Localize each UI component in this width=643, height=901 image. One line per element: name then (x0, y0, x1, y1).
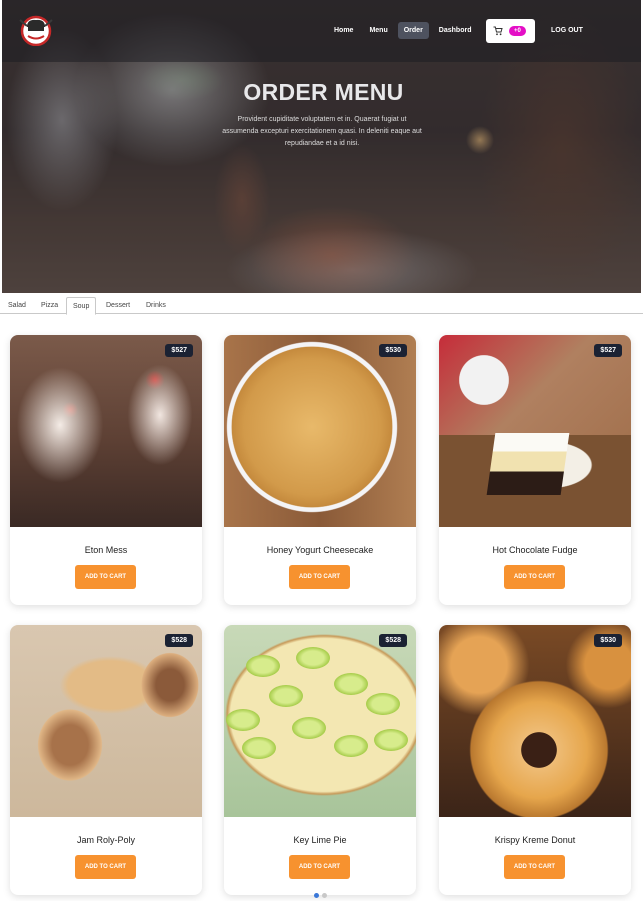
page-title: ORDER MENU (243, 79, 404, 105)
product-card: $530 Krispy Kreme Donut ADD TO CART (439, 625, 631, 895)
product-name: Honey Yogurt Cheesecake (266, 545, 374, 555)
product-name: Eton Mess (84, 545, 128, 555)
cart-icon (493, 26, 503, 36)
cart-count-badge: +0 (509, 26, 526, 36)
tab-pizza[interactable]: Pizza (35, 297, 64, 315)
lime-slice (334, 735, 368, 757)
page-dot[interactable] (322, 893, 327, 898)
nav-order[interactable]: Order (397, 22, 429, 39)
product-image (224, 335, 416, 527)
chef-logo-icon[interactable] (18, 14, 54, 46)
page-dot[interactable] (314, 893, 319, 898)
lime-slice (374, 729, 408, 751)
product-card: $528 Jam Roly-Poly ADD TO CART (10, 625, 202, 895)
hero-subtitle: Provident cupiditate voluptatem et in. Q… (222, 116, 422, 147)
hero-banner: Home Menu Order Dashbord +0 LOG OUT ORDE… (2, 0, 641, 293)
product-card: $528 Key Lime Pie ADD TO CART (224, 625, 416, 895)
nav-home[interactable]: Home (328, 22, 359, 39)
nav-links: Home Menu Order Dashbord (328, 22, 477, 39)
add-to-cart-button[interactable]: ADD TO CART (75, 565, 136, 589)
lime-slice (366, 693, 400, 715)
tab-dessert[interactable]: Dessert (100, 297, 136, 315)
lime-slice (226, 709, 260, 731)
add-to-cart-button[interactable]: ADD TO CART (289, 855, 350, 879)
product-image (10, 625, 202, 817)
lime-slice (334, 673, 368, 695)
lime-slice (269, 685, 303, 707)
pagination-dots (314, 893, 327, 898)
tab-drinks[interactable]: Drinks (140, 297, 172, 315)
add-to-cart-button[interactable]: ADD TO CART (289, 565, 350, 589)
price-tag: $530 (594, 634, 622, 647)
tab-soup[interactable]: Soup (66, 297, 97, 315)
product-card: $527 Hot Chocolate Fudge ADD TO CART (439, 335, 631, 605)
nav-menu[interactable]: Menu (363, 22, 393, 39)
cart-button[interactable]: +0 (486, 19, 535, 43)
category-tabs: Salad Pizza Soup Dessert Drinks (0, 295, 643, 315)
lime-slice (242, 737, 276, 759)
price-tag: $527 (165, 344, 193, 357)
product-image (224, 625, 416, 817)
lime-slice (296, 647, 330, 669)
add-to-cart-button[interactable]: ADD TO CART (504, 855, 565, 879)
price-tag: $528 (379, 634, 407, 647)
lime-slice (246, 655, 280, 677)
fudge-slice (486, 433, 570, 495)
product-image (10, 335, 202, 527)
price-tag: $530 (379, 344, 407, 357)
product-name: Key Lime Pie (293, 835, 347, 845)
product-card: $527 Eton Mess ADD TO CART (10, 335, 202, 605)
add-to-cart-button[interactable]: ADD TO CART (504, 565, 565, 589)
add-to-cart-button[interactable]: ADD TO CART (75, 855, 136, 879)
product-name: Hot Chocolate Fudge (492, 545, 578, 555)
product-name: Krispy Kreme Donut (494, 835, 576, 845)
product-card: $530 Honey Yogurt Cheesecake ADD TO CART (224, 335, 416, 605)
product-image (439, 335, 631, 527)
price-tag: $528 (165, 634, 193, 647)
tab-salad[interactable]: Salad (2, 297, 32, 315)
logout-link[interactable]: LOG OUT (551, 27, 583, 34)
navbar (2, 0, 641, 62)
product-image (439, 625, 631, 817)
product-name: Jam Roly-Poly (76, 835, 135, 845)
nav-dashboard[interactable]: Dashbord (433, 22, 478, 39)
price-tag: $527 (594, 344, 622, 357)
lime-slice (292, 717, 326, 739)
